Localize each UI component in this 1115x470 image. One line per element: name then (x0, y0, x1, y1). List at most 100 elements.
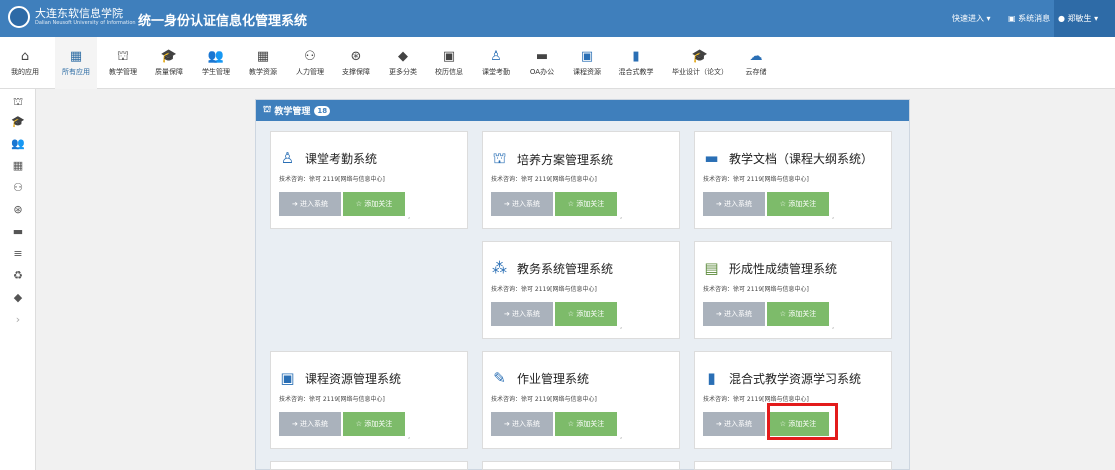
users-icon[interactable]: 👥 (0, 137, 36, 150)
enter-system-button[interactable]: ➔ 进入系统 (491, 302, 553, 326)
system-card-partial (270, 461, 468, 470)
enter-system-button[interactable]: ➔ 进入系统 (491, 412, 553, 436)
nav-attendance[interactable]: ♙ 课堂考勤 (475, 37, 517, 89)
tech-contact: 技术咨询：徐可 2119[网络与信息中心] (491, 286, 597, 293)
course-resource-icon: ▣ (280, 369, 295, 387)
nav-more-categories[interactable]: ◆ 更多分类 (382, 37, 424, 89)
nav-label: 教学管理 (109, 67, 137, 76)
add-favorite-button[interactable]: ☆ 添加关注 (343, 412, 405, 436)
nav-label: 课堂考勤 (482, 67, 510, 76)
enter-system-button[interactable]: ➔ 进入系统 (491, 192, 553, 216)
nav-label: 教学资源 (249, 67, 277, 76)
bank-icon: ⛫ (492, 149, 507, 167)
sidebar: ⛫ 🎓 👥 ▦ ⚇ ⊛ ▬ ≡ ♻ ◆ › (0, 89, 36, 470)
add-favorite-button[interactable]: ☆ 添加关注 (555, 192, 617, 216)
enter-system-button[interactable]: ➔ 进入系统 (703, 192, 765, 216)
university-logo[interactable]: 大连东软信息学院 Dalian Neusoft University of In… (8, 6, 136, 28)
blocks-icon[interactable]: ▦ (0, 159, 36, 172)
share-icon[interactable]: ♻ (0, 269, 36, 282)
enter-system-button[interactable]: ➔ 进入系统 (279, 192, 341, 216)
book-icon: ▮ (707, 369, 716, 387)
add-favorite-button[interactable]: ☆ 添加关注 (555, 412, 617, 436)
briefcase-icon[interactable]: ▬ (0, 225, 36, 238)
briefcase-icon: ▬ (535, 48, 549, 64)
nav-calendar[interactable]: ▣ 校历信息 (428, 37, 470, 89)
mortarboard-icon[interactable]: 🎓 (0, 115, 36, 128)
nav-blended-learning[interactable]: ▮ 混合式教学 (611, 37, 661, 89)
user-menu[interactable]: ● 郑敏生 ▾ (1054, 0, 1115, 37)
system-card: ▤ 形成性成绩管理系统 技术咨询：徐可 2119[网络与信息中心] ➔ 进入系统 … (694, 241, 892, 339)
support-icon[interactable]: ⊛ (0, 203, 36, 216)
system-name: 课程资源管理系统 (305, 371, 402, 386)
nav-graduation-design[interactable]: 🎓 毕业设计（论文） (668, 37, 732, 89)
separator: , (620, 212, 623, 220)
separator: , (620, 432, 623, 440)
logo-name-cn: 大连东软信息学院 (35, 7, 123, 20)
tech-contact: 技术咨询：徐可 2119[网络与信息中心] (703, 396, 809, 403)
system-name: 形成性成绩管理系统 (729, 261, 838, 276)
home-icon: ⌂ (20, 48, 30, 64)
system-card: ⁂ 教务系统管理系统 技术咨询：徐可 2119[网络与信息中心] ➔ 进入系统 ☆… (482, 241, 680, 339)
system-name: 课堂考勤系统 (305, 151, 378, 166)
nav-cloud-storage[interactable]: ☁ 云存储 (735, 37, 777, 89)
system-messages-label: 系统消息 (1018, 14, 1051, 23)
nav-oa-office[interactable]: ▬ OA办公 (521, 37, 563, 89)
system-messages-button[interactable]: ▣ 系统消息 (1008, 0, 1050, 37)
enter-system-button[interactable]: ➔ 进入系统 (279, 412, 341, 436)
nav-teaching-resources[interactable]: ▦ 教学资源 (242, 37, 284, 89)
tech-contact: 技术咨询：徐可 2119[网络与信息中心] (703, 176, 809, 183)
nav-course-resources[interactable]: ▣ 课程资源 (566, 37, 608, 89)
nav-all-apps[interactable]: ▦ 所有应用 (55, 37, 97, 89)
users-icon: 👥 (207, 48, 225, 64)
nav-label: OA办公 (529, 67, 555, 76)
nav-my-apps[interactable]: ⌂ 我的应用 (2, 37, 48, 89)
tech-contact: 技术咨询：徐可 2119[网络与信息中心] (703, 286, 809, 293)
nav-support[interactable]: ⊛ 支撑保障 (335, 37, 377, 89)
system-name: 教学文档（课程大纲系统） (729, 151, 874, 166)
tag-icon[interactable]: ◆ (0, 291, 36, 304)
list-icon[interactable]: ≡ (0, 247, 36, 260)
bank-icon[interactable]: ⛫ (0, 95, 36, 110)
separator: , (832, 322, 835, 330)
separator: , (408, 212, 411, 220)
system-name: 培养方案管理系统 (517, 152, 614, 167)
top-bar: 大连东软信息学院 Dalian Neusoft University of In… (0, 0, 1115, 37)
blocks-icon: ▦ (256, 48, 270, 64)
attendance-icon: ♙ (280, 149, 295, 167)
nav-student-management[interactable]: 👥 学生管理 (195, 37, 237, 89)
system-card: ♙ 课堂考勤系统 技术咨询：徐可 2119[网络与信息中心] ➔ 进入系统 ☆ 添… (270, 131, 468, 229)
add-favorite-button[interactable]: ☆ 添加关注 (767, 192, 829, 216)
course-resource-icon: ▣ (580, 48, 594, 64)
system-card-partial (482, 461, 680, 470)
tech-contact: 技术咨询：徐可 2119[网络与信息中心] (491, 176, 597, 183)
separator: , (408, 432, 411, 440)
tech-contact: 技术咨询：徐可 2119[网络与信息中心] (279, 396, 385, 403)
nav-label: 更多分类 (389, 67, 417, 76)
folder-icon: ▬ (704, 149, 719, 167)
sitemap-icon[interactable]: ⚇ (0, 181, 36, 194)
enter-system-button[interactable]: ➔ 进入系统 (703, 412, 765, 436)
category-nav: ⌂ 我的应用 ▦ 所有应用 ⛫ 教学管理 🎓 质量保障 👥 学生管理 ▦ 教学资源 ⚇ 人力管… (0, 37, 1115, 89)
quick-entry-dropdown[interactable]: 快速进入 ▾ (946, 0, 997, 37)
sitemap-icon: ⚇ (304, 48, 316, 64)
panel-header: ⛫ 教学管理 18 (256, 100, 909, 121)
nav-label: 质量保障 (155, 67, 183, 76)
system-card: ▣ 课程资源管理系统 技术咨询：徐可 2119[网络与信息中心] ➔ 进入系统 ☆… (270, 351, 468, 449)
add-favorite-button[interactable]: ☆ 添加关注 (555, 302, 617, 326)
nav-hr-management[interactable]: ⚇ 人力管理 (289, 37, 331, 89)
separator: , (832, 212, 835, 220)
nav-label: 校历信息 (435, 67, 463, 76)
mortarboard-icon: 🎓 (160, 48, 178, 64)
seal-icon (8, 6, 30, 28)
nav-teaching-management[interactable]: ⛫ 教学管理 (102, 37, 144, 89)
add-favorite-button[interactable]: ☆ 添加关注 (767, 302, 829, 326)
chevron-right-icon[interactable]: › (0, 313, 36, 326)
enter-system-button[interactable]: ➔ 进入系统 (703, 302, 765, 326)
add-favorite-button[interactable]: ☆ 添加关注 (343, 192, 405, 216)
system-card: ✎ 作业管理系统 技术咨询：徐可 2119[网络与信息中心] ➔ 进入系统 ☆ 添… (482, 351, 680, 449)
graduation-icon: 🎓 (691, 48, 709, 64)
grid-icon: ▦ (69, 48, 83, 64)
nav-quality-assurance[interactable]: 🎓 质量保障 (148, 37, 190, 89)
edit-icon: ✎ (493, 369, 506, 387)
nav-label: 课程资源 (573, 67, 601, 76)
